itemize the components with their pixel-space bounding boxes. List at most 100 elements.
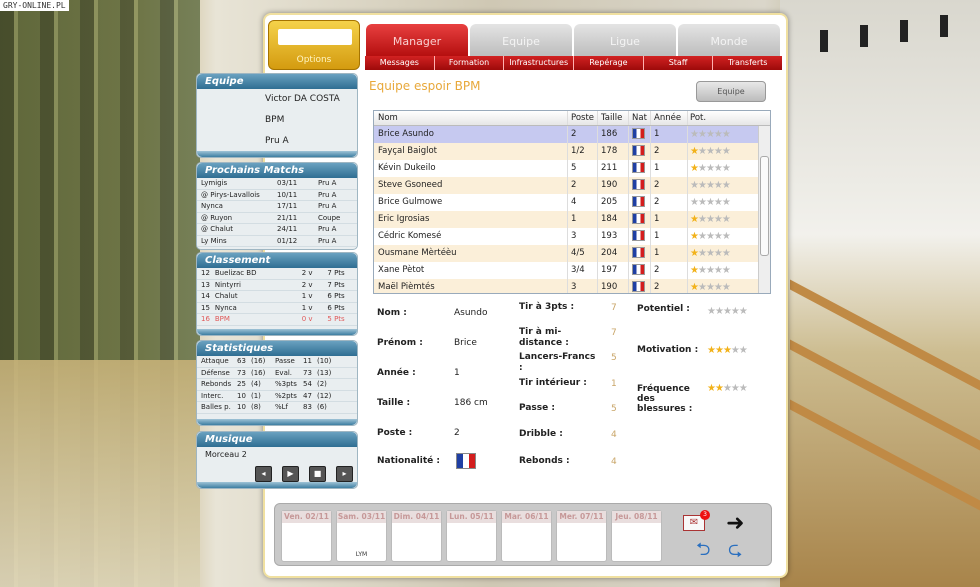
france-flag-icon [632,145,645,156]
star-icon: ★ [738,306,748,317]
tab-manager[interactable]: Manager [366,24,468,56]
classement-row[interactable]: 12 Buelizac BD 2 v 7 Pts [197,268,357,280]
star-icon: ★ [721,146,731,157]
star-icon: ★ [713,231,723,242]
subtab-transferts[interactable]: Transferts [713,56,782,70]
stop-icon[interactable]: ■ [309,466,326,482]
classement-row[interactable]: 13 Nintyrri 2 v 7 Pts [197,280,357,291]
roster-scrollbar[interactable] [758,126,770,293]
subtab-formation[interactable]: Formation [435,56,505,70]
france-flag-icon [456,453,476,469]
roster-row[interactable]: Brice Gulmowe 4 205 2 ★★★★★ [374,194,770,211]
match-row[interactable]: Nynca 17/11 Pru A [197,201,357,213]
classement-row[interactable]: 15 Nynca 1 v 6 Pts [197,303,357,314]
stat-row: Rebonds 25 (4) %3pts 54 (2) [197,379,357,391]
stat-cell: Eval. [275,368,293,377]
manager-name: Victor DA COSTA [265,94,340,104]
classement-cell: 13 [201,280,210,289]
back-arrow-icon[interactable]: ⮌ [696,537,710,567]
player-name: Ousmane Mèrtéèu [374,245,568,262]
player-nationality [629,160,651,177]
star-icon: ★ [690,231,699,242]
player-nationality [629,177,651,194]
star-icon: ★ [705,163,715,174]
options-button[interactable]: Options [268,20,360,70]
player-position: 5 [568,160,598,177]
match-cell: Nynca [201,202,223,210]
nom-value: Asundo [454,308,488,318]
match-row[interactable]: @ Chalut 24/11 Pru A [197,224,357,236]
matches-panel-title: Prochains Matchs [197,163,357,178]
star-icon: ★ [721,265,731,276]
roster-row[interactable]: Eric Igrosias 1 184 1 ★★★★★ [374,211,770,228]
star-icon: ★ [713,214,723,225]
roster-row[interactable]: Kévin Dukeilo 5 211 1 ★★★★★ [374,160,770,177]
col-pot[interactable]: Pot. [688,111,754,125]
roster-row[interactable]: Maël Pièmtés 3 190 2 ★★★★★ [374,279,770,293]
skill-value: 7 [611,303,617,313]
subtab-infrastructures[interactable]: Infrastructures [504,56,575,70]
roster-row[interactable]: Ousmane Mèrtéèu 4/5 204 1 ★★★★★ [374,245,770,262]
col-poste[interactable]: Poste [568,111,598,125]
calendar-day[interactable]: Dim. 04/11 [391,510,442,562]
star-icon: ★ [722,345,732,356]
stat-cell: %Lf [275,403,289,411]
nationalite-label: Nationalité : [377,456,440,466]
calendar-day[interactable]: Mer. 07/11 [556,510,607,562]
stat-cell: (16) [251,368,266,377]
play-icon[interactable]: ▶ [282,466,299,482]
roster-row[interactable]: Cédric Komesé 3 193 1 ★★★★★ [374,228,770,245]
classement-row[interactable]: 16 BPM 0 v 5 Pts [197,314,357,326]
player-name: Maël Pièmtés [374,279,568,293]
match-cell: 21/11 [277,213,298,222]
star-icon: ★ [738,345,748,356]
calendar-day[interactable]: Sam. 03/11 LYM [336,510,387,562]
tab-equipe[interactable]: Equipe [470,24,572,56]
subtab-staff[interactable]: Staff [644,56,714,70]
next-icon[interactable]: ▸ [336,466,353,482]
calendar-day-label: Ven. 02/11 [282,511,331,523]
roster-row[interactable]: Steve Gsoneed 2 190 2 ★★★★★ [374,177,770,194]
stats-panel: Statistiques Attaque 63 (16) Passe 11 (10) Déf… [196,340,358,426]
skill-value: 4 [611,430,617,440]
equipe-button[interactable]: Equipe [696,81,766,102]
col-annee[interactable]: Année [651,111,688,125]
tab-monde[interactable]: Monde [678,24,780,56]
match-row[interactable]: Lymigis 03/11 Pru A [197,178,357,190]
prev-icon[interactable]: ◂ [255,466,272,482]
col-nat[interactable]: Nat [629,111,651,125]
match-row[interactable]: Ly Mins 01/12 Pru A [197,236,357,247]
calendar-day[interactable]: Jeu. 08/11 [611,510,662,562]
skill-label: Tir à 3pts : [519,302,575,312]
star-icon: ★ [721,248,731,259]
classement-cell: 2 v [301,280,313,289]
match-row[interactable]: @ Ruyon 21/11 Coupe [197,213,357,224]
roster-row[interactable]: Xane Pètot 3/4 197 2 ★★★★★ [374,262,770,279]
star-icon: ★ [714,383,724,394]
subtab-messages[interactable]: Messages [365,56,435,70]
col-taille[interactable]: Taille [598,111,629,125]
match-cell: Pru A [318,236,337,245]
forward-arrow-icon[interactable]: ⮎ [728,537,742,567]
player-position: 4 [568,194,598,211]
player-potential-stars: ★★★★★ [688,177,754,194]
subtab-reperage[interactable]: Repérage [574,56,644,70]
calendar-day[interactable]: Lun. 05/11 [446,510,497,562]
match-cell: @ Chalut [201,225,233,233]
player-potential-stars: ★★★★★ [688,279,754,293]
player-potential-stars: ★★★★★ [688,228,754,245]
match-row[interactable]: @ Pirys-Lavallois 10/11 Pru A [197,190,357,201]
col-nom[interactable]: Nom [374,111,568,125]
roster-row[interactable]: Fayçal Baiglot 1/2 178 2 ★★★★★ [374,143,770,160]
calendar-day[interactable]: Ven. 02/11 [281,510,332,562]
star-icon: ★ [713,163,723,174]
stat-cell: 10 [237,391,246,400]
roster-row[interactable]: Brice Asundo 2 186 1 ★★★★★ [374,126,770,143]
continue-arrow-icon[interactable]: ➜ [726,511,744,536]
france-flag-icon [632,162,645,173]
calendar-day[interactable]: Mar. 06/11 [501,510,552,562]
classement-row[interactable]: 14 Chalut 1 v 6 Pts [197,291,357,303]
match-cell: 03/11 [277,179,298,187]
tab-ligue[interactable]: Ligue [574,24,676,56]
player-year: 2 [651,262,688,279]
